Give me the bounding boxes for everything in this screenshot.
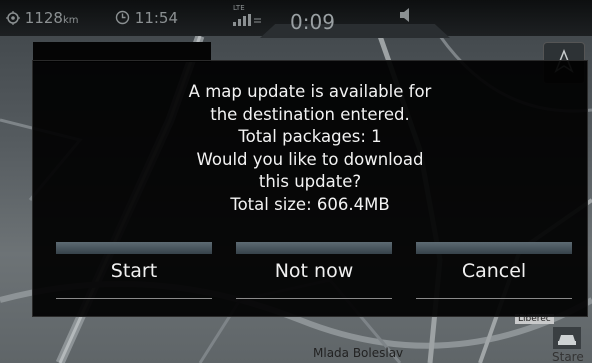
odometer: 1128km [6, 9, 79, 27]
not-now-button-label: Not now [274, 260, 354, 282]
message-line: the destination entered. [210, 104, 410, 124]
dialog-message: A map update is available for the destin… [33, 81, 587, 216]
message-line: Total packages: 1 [238, 127, 382, 146]
clock-icon [115, 10, 130, 25]
map-update-dialog: A map update is available for the destin… [32, 60, 588, 317]
clock-time: 11:54 [134, 9, 179, 27]
button-highlight [56, 242, 212, 254]
cancel-button[interactable]: Cancel [416, 242, 572, 299]
button-highlight [236, 242, 392, 254]
message-line: A map update is available for [188, 82, 432, 101]
network-type: LTE [233, 4, 245, 12]
map-label-partial: Stare [552, 350, 584, 363]
start-button[interactable]: Start [56, 242, 212, 299]
call-timer: 0:09 [290, 10, 335, 34]
button-underline [56, 298, 212, 299]
map-label-city: Mlada Boleslav [313, 346, 404, 360]
message-line: Would you like to download [196, 149, 424, 169]
button-highlight [416, 242, 572, 254]
mute-indicator [398, 6, 414, 28]
map-info-strip [33, 42, 211, 62]
gps-icon [6, 11, 20, 25]
status-bar: 1128km 11:54 LTE 0:09 [0, 0, 592, 38]
status-bar-ridge [260, 24, 450, 38]
vehicle-icon [553, 327, 581, 349]
odometer-unit: km [62, 15, 79, 26]
button-underline [416, 298, 572, 299]
network-signal: LTE [233, 4, 263, 30]
cancel-button-label: Cancel [461, 260, 527, 282]
signal-icon [233, 14, 261, 26]
start-button-label: Start [110, 260, 158, 282]
button-underline [236, 298, 392, 299]
message-line: Total size: 606.4MB [230, 194, 390, 214]
odometer-value: 1128 [24, 9, 63, 27]
mute-icon [400, 8, 409, 22]
message-line: this update? [258, 172, 362, 191]
clock: 11:54 [115, 9, 178, 27]
not-now-button[interactable]: Not now [236, 242, 392, 299]
